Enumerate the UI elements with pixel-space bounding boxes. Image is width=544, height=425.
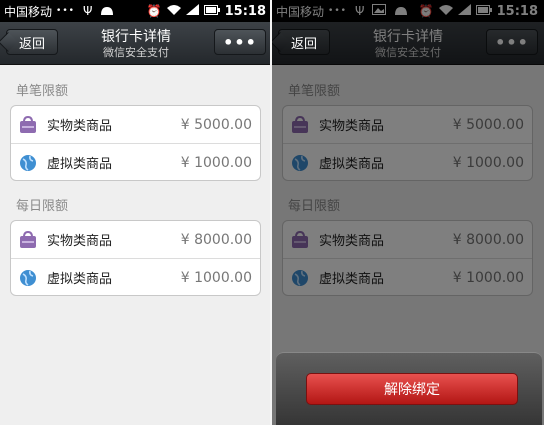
row-label: 实物类商品 — [47, 234, 113, 249]
nav-bar: 返回 银行卡详情 微信安全支付 ••• — [0, 22, 272, 65]
back-button-label: 返回 — [18, 36, 45, 52]
list-item[interactable]: 虚拟类商品 ¥ 1000.00 — [11, 144, 260, 181]
row-label: 虚拟类商品 — [47, 272, 113, 287]
row-value: ¥ 5000.00 — [180, 116, 252, 133]
list-item[interactable]: 虚拟类商品 ¥ 1000.00 — [11, 259, 260, 296]
row-label: 虚拟类商品 — [47, 157, 113, 172]
status-bar: 中国移动 ••• Ψ ⏰ 15:18 — [0, 0, 272, 22]
globe-icon — [19, 154, 37, 172]
notification-dots-icon: ••• — [56, 6, 75, 16]
more-icon: ••• — [223, 32, 257, 52]
row-value: ¥ 1000.00 — [180, 269, 252, 286]
clock-time: 15:18 — [224, 3, 266, 19]
limit-group-daily: 实物类商品 ¥ 8000.00 虚拟类商品 ¥ 1000.00 — [10, 220, 261, 296]
bag-icon — [19, 230, 37, 249]
page-title: 银行卡详情 — [101, 29, 171, 45]
unbind-card-button[interactable]: 解除绑定 — [306, 373, 518, 405]
row-value: ¥ 1000.00 — [180, 154, 252, 171]
carrier-label: 中国移动 — [4, 4, 53, 19]
android-icon — [100, 4, 114, 18]
section-title-daily: 每日限额 — [16, 199, 69, 214]
globe-icon — [19, 269, 37, 287]
limit-group-per-transaction: 实物类商品 ¥ 5000.00 虚拟类商品 ¥ 1000.00 — [10, 105, 261, 181]
back-button[interactable]: 返回 — [6, 29, 58, 55]
section-title-per-transaction: 单笔限额 — [16, 84, 69, 99]
back-button-label: 返回 — [290, 36, 317, 52]
bag-icon — [19, 115, 37, 134]
action-sheet: 解除绑定 — [276, 352, 542, 425]
more-button[interactable]: ••• — [214, 29, 266, 55]
battery-icon — [203, 4, 220, 18]
page-subtitle: 微信安全支付 — [103, 46, 169, 59]
wifi-icon — [166, 4, 181, 18]
row-value: ¥ 8000.00 — [180, 231, 252, 248]
list-item[interactable]: 实物类商品 ¥ 5000.00 — [11, 106, 260, 144]
usb-icon: Ψ — [82, 4, 93, 18]
left-screen: 中国移动 ••• Ψ ⏰ 15:18 返回 银行卡详情 微信安全支付 ••• 单… — [0, 0, 272, 425]
list-item[interactable]: 实物类商品 ¥ 8000.00 — [11, 221, 260, 259]
right-screen: 中国移动 ••• Ψ ⏰ 15:18 返回 银行卡详情 微信安全支付 ••• — [272, 0, 544, 425]
signal-icon — [185, 4, 199, 18]
row-label: 实物类商品 — [47, 119, 113, 134]
alarm-icon: ⏰ — [146, 4, 162, 18]
